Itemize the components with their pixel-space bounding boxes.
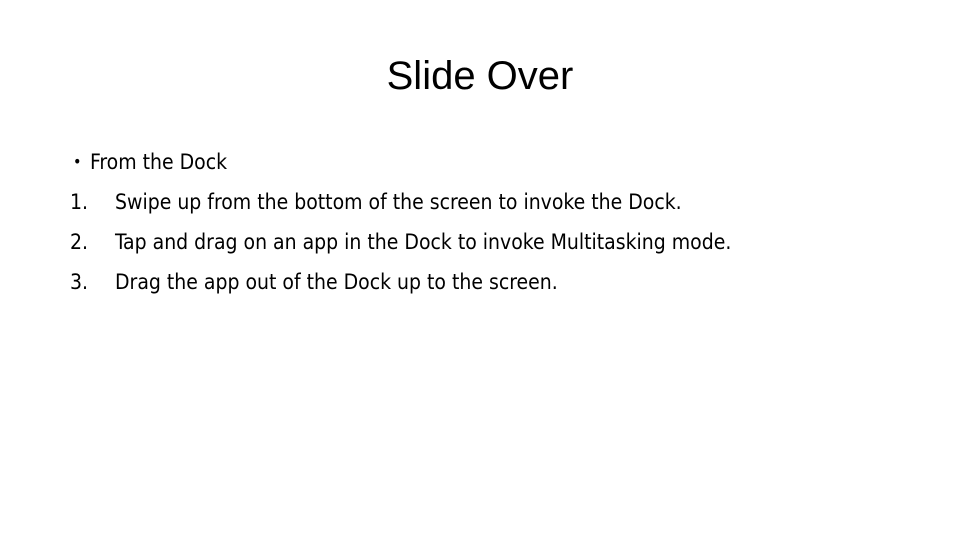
slide-canvas: Slide Over • From the Dock 1. Swipe up f…: [0, 0, 960, 540]
list-item-number: 3.: [70, 270, 89, 294]
list-item-bullet: • From the Dock: [64, 142, 904, 182]
slide-content-placeholder: • From the Dock 1. Swipe up from the bot…: [64, 142, 904, 302]
list-item-label: Drag the app out of the Dock up to the s…: [115, 270, 558, 294]
list-item: 1. Swipe up from the bottom of the scree…: [64, 182, 904, 222]
bullet-icon: •: [73, 152, 82, 171]
list-item: 2. Tap and drag on an app in the Dock to…: [64, 222, 904, 262]
list-item: 3. Drag the app out of the Dock up to th…: [64, 262, 904, 302]
page-title: Slide Over: [386, 54, 574, 98]
list-item-label: Tap and drag on an app in the Dock to in…: [115, 230, 732, 254]
list-item-number: 1.: [70, 190, 89, 214]
list-item-label: Swipe up from the bottom of the screen t…: [115, 190, 682, 214]
list-item-label: From the Dock: [90, 150, 228, 174]
list-item-number: 2.: [70, 230, 89, 254]
